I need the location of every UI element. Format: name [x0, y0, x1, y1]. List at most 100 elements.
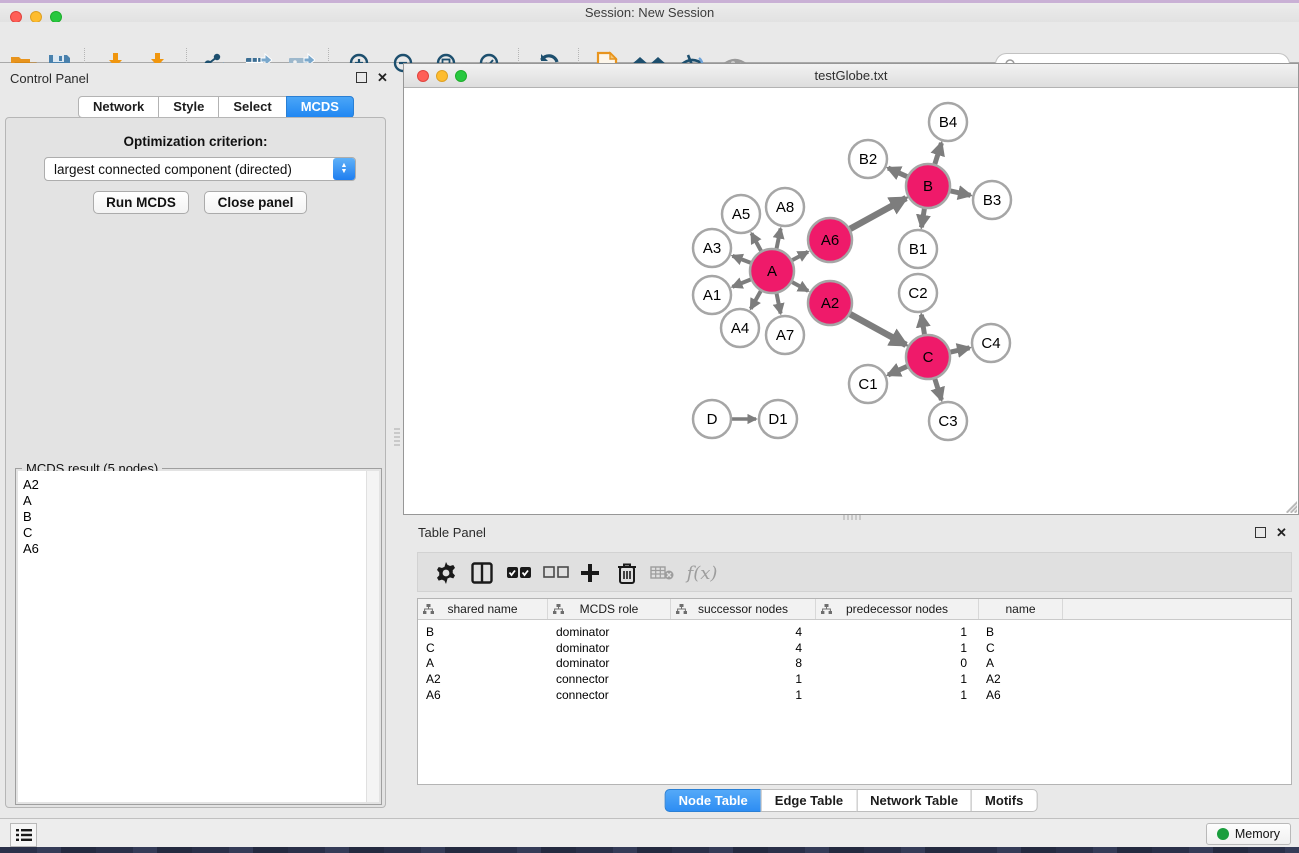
vertical-splitter-grip[interactable]: [394, 428, 400, 446]
graph-node-D1[interactable]: D1: [759, 400, 797, 438]
graph-edge-B-B2[interactable]: [888, 168, 907, 177]
graph-edge-A-A1[interactable]: [732, 280, 750, 287]
svg-text:D: D: [707, 411, 718, 428]
criterion-select[interactable]: largest connected component (directed) ▲…: [44, 157, 356, 181]
graph-edge-A-A8[interactable]: [777, 229, 781, 249]
graph-edge-C-C1[interactable]: [888, 366, 907, 375]
float-panel-icon[interactable]: [356, 72, 367, 83]
scrollbar-track[interactable]: [366, 471, 379, 802]
tab-select[interactable]: Select: [218, 96, 286, 118]
table-panel: Table Panel ✕ f(x): [403, 520, 1299, 817]
table-row[interactable]: A6connector11A6: [418, 687, 1291, 703]
table-row[interactable]: Cdominator41C: [418, 640, 1291, 656]
graph-edge-A-A6[interactable]: [792, 252, 808, 260]
graph-node-B1[interactable]: B1: [899, 230, 937, 268]
graph-node-C1[interactable]: C1: [849, 365, 887, 403]
graph-edge-B-B3[interactable]: [950, 191, 970, 195]
mcds-result-list[interactable]: A2 A B C A6: [18, 471, 379, 802]
tab-mcds[interactable]: MCDS: [286, 96, 354, 118]
graph-node-A4[interactable]: A4: [721, 309, 759, 347]
list-item[interactable]: A2: [18, 477, 379, 493]
close-panel-icon[interactable]: ✕: [377, 72, 388, 83]
graph-node-B4[interactable]: B4: [929, 103, 967, 141]
graph-node-C3[interactable]: C3: [929, 402, 967, 440]
task-history-button[interactable]: [10, 823, 37, 847]
float-panel-icon[interactable]: [1255, 527, 1266, 538]
graph-node-A3[interactable]: A3: [693, 229, 731, 267]
svg-text:B: B: [923, 178, 933, 195]
graph-edge-A6-B[interactable]: [850, 198, 906, 229]
graph-edge-C-C4[interactable]: [950, 348, 969, 352]
close-panel-icon[interactable]: ✕: [1276, 527, 1287, 538]
column-header-mcds-role[interactable]: MCDS role: [548, 599, 671, 619]
svg-text:A2: A2: [821, 295, 839, 312]
table-row[interactable]: A2connector11A2: [418, 671, 1291, 687]
table-row[interactable]: Adominator80A: [418, 656, 1291, 672]
gear-icon[interactable]: [430, 557, 462, 589]
graph-edge-A-A7[interactable]: [777, 294, 781, 314]
network-window-controls[interactable]: [417, 70, 467, 82]
column-header-shared-name[interactable]: shared name: [418, 599, 548, 619]
tab-node-table[interactable]: Node Table: [665, 789, 762, 812]
split-columns-icon[interactable]: [466, 557, 498, 589]
maximize-network-icon[interactable]: [455, 70, 467, 82]
graph-node-C2[interactable]: C2: [899, 274, 937, 312]
graph-edge-A2-C[interactable]: [850, 314, 906, 345]
add-column-icon[interactable]: [574, 557, 606, 589]
graph-node-C4[interactable]: C4: [972, 324, 1010, 362]
graph-edge-C-C3[interactable]: [935, 379, 942, 400]
graph-edge-C-C2[interactable]: [921, 315, 924, 335]
graph-node-C[interactable]: C: [906, 335, 950, 379]
close-panel-button[interactable]: Close panel: [204, 191, 307, 214]
list-item[interactable]: A: [18, 493, 379, 509]
list-item[interactable]: C: [18, 525, 379, 541]
minimize-network-icon[interactable]: [436, 70, 448, 82]
control-panel-tabs: Network Style Select MCDS: [78, 96, 354, 118]
graph-node-A2[interactable]: A2: [808, 281, 852, 325]
graph-node-B3[interactable]: B3: [973, 181, 1011, 219]
function-builder-icon[interactable]: f(x): [680, 557, 724, 589]
tab-motifs[interactable]: Motifs: [971, 789, 1037, 812]
list-item[interactable]: B: [18, 509, 379, 525]
graph-edge-B-B4[interactable]: [935, 143, 942, 164]
column-header-predecessor-nodes[interactable]: predecessor nodes: [816, 599, 979, 619]
graph-node-A1[interactable]: A1: [693, 276, 731, 314]
column-header-name[interactable]: name: [979, 599, 1063, 619]
network-canvas[interactable]: A A1 A2 A3 A4 A5 A6 A7 A8 B B1 B2 B3 B4 C C1 C2 C3 C4 D D1: [404, 89, 1298, 514]
network-graph[interactable]: A A1 A2 A3 A4 A5 A6 A7 A8 B B1 B2 B3 B4 C C1 C2 C3 C4 D D1: [404, 89, 1298, 514]
graph-edge-A-A3[interactable]: [733, 256, 751, 263]
close-network-icon[interactable]: [417, 70, 429, 82]
delete-column-trash-icon[interactable]: [611, 557, 643, 589]
graph-node-A6[interactable]: A6: [808, 218, 852, 262]
checked-boxes-icon[interactable]: [503, 557, 535, 589]
graph-node-B[interactable]: B: [906, 164, 950, 208]
table-tabs: Node Table Edge Table Network Table Moti…: [665, 789, 1038, 812]
resize-grip-icon[interactable]: [1282, 498, 1297, 513]
unchecked-boxes-icon[interactable]: [540, 557, 572, 589]
column-header-successor-nodes[interactable]: successor nodes: [671, 599, 816, 619]
graph-edge-A-A2[interactable]: [792, 282, 808, 291]
graph-node-A[interactable]: A: [750, 249, 794, 293]
list-item[interactable]: A6: [18, 541, 379, 557]
graph-edge-B-B1[interactable]: [921, 209, 924, 228]
memory-button[interactable]: Memory: [1206, 823, 1291, 845]
table-row[interactable]: Bdominator41B: [418, 624, 1291, 640]
tab-style[interactable]: Style: [158, 96, 219, 118]
graph-node-A8[interactable]: A8: [766, 188, 804, 226]
run-mcds-button[interactable]: Run MCDS: [93, 191, 189, 214]
network-window-titlebar[interactable]: testGlobe.txt: [404, 64, 1298, 88]
graph-node-D[interactable]: D: [693, 400, 731, 438]
tab-edge-table[interactable]: Edge Table: [761, 789, 857, 812]
tab-network[interactable]: Network: [78, 96, 159, 118]
graph-node-B2[interactable]: B2: [849, 140, 887, 178]
app-titlebar: Session: New Session: [0, 3, 1299, 22]
svg-text:B1: B1: [909, 241, 927, 258]
graph-edge-A-A5[interactable]: [752, 233, 762, 250]
graph-edge-A-A4[interactable]: [751, 291, 761, 309]
graph-node-A5[interactable]: A5: [722, 195, 760, 233]
graph-node-A7[interactable]: A7: [766, 316, 804, 354]
delete-table-icon[interactable]: [646, 557, 678, 589]
tree-icon: [676, 604, 687, 615]
tab-network-table[interactable]: Network Table: [856, 789, 972, 812]
svg-text:A3: A3: [703, 240, 721, 257]
